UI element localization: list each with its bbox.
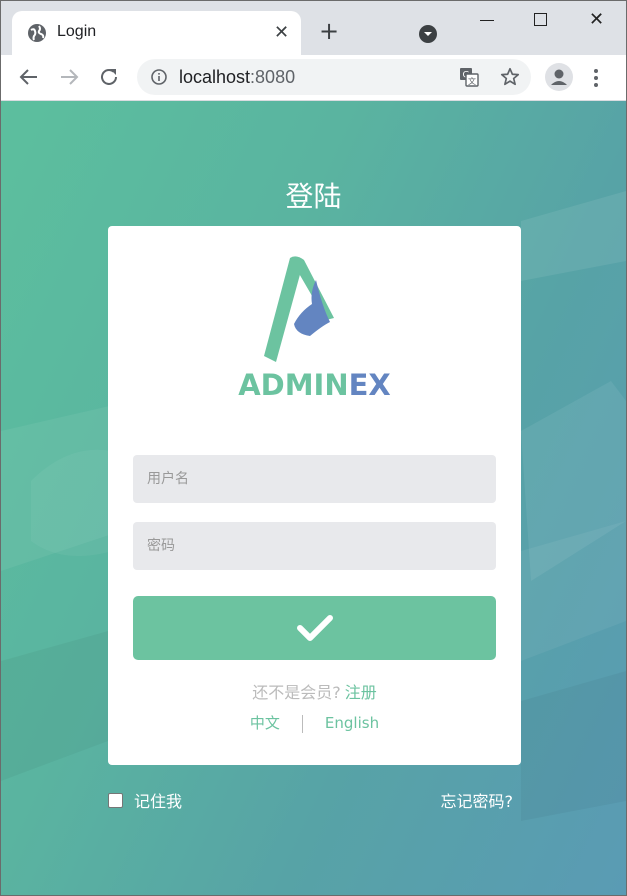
close-icon[interactable]: ✕ <box>274 22 289 44</box>
page-title: 登陆 <box>285 180 342 213</box>
info-icon[interactable] <box>151 69 167 85</box>
register-prompt: 还不是会员? 注册 <box>108 679 521 703</box>
plus-icon[interactable]: + <box>319 19 339 43</box>
url-text: localhost:8080 <box>179 67 296 87</box>
browser-tab[interactable]: Login ✕ <box>12 11 301 55</box>
language-switcher: 中文 English <box>108 712 521 733</box>
back-icon[interactable] <box>17 65 41 89</box>
divider <box>301 714 303 733</box>
adminex-logo-icon <box>264 256 334 362</box>
globe-icon <box>28 24 46 42</box>
tab-title: Login <box>57 23 97 40</box>
logo-wordmark: ADMINEX <box>238 368 391 402</box>
login-page: 登陆 ADMINEX 还不是会员?注册 中文 English <box>1 101 626 895</box>
login-button[interactable] <box>133 596 496 660</box>
remember-label: 记住我 <box>134 792 183 811</box>
lang-en-link[interactable]: English <box>325 714 379 732</box>
svg-text:文: 文 <box>468 76 476 86</box>
register-link[interactable]: 注册 <box>345 683 377 702</box>
translate-icon[interactable]: G 文 <box>459 67 479 87</box>
profile-icon[interactable] <box>545 63 573 91</box>
browser-window: Login ✕ + ✕ localhost:8080 文 登陆 ADMINEX … <box>0 0 627 896</box>
remember-me[interactable]: 记住我 <box>108 788 182 812</box>
menu-icon[interactable] <box>593 67 599 89</box>
reload-icon[interactable] <box>97 65 121 89</box>
username-input[interactable] <box>133 455 496 503</box>
password-input[interactable] <box>133 522 496 570</box>
window-close-button[interactable]: ✕ <box>589 9 604 31</box>
star-icon[interactable] <box>499 66 521 88</box>
register-question: 还不是会员? <box>252 683 341 702</box>
maximize-button[interactable] <box>534 13 547 26</box>
minimize-button[interactable] <box>480 20 494 21</box>
browser-toolbar: localhost:8080 G 文 <box>1 55 626 101</box>
forgot-password-link[interactable]: 忘记密码? <box>441 788 514 812</box>
title-bar: Login ✕ + ✕ <box>1 1 626 55</box>
remember-checkbox[interactable] <box>108 792 123 808</box>
login-card: ADMINEX 还不是会员?注册 中文 English <box>108 226 521 765</box>
address-bar[interactable]: localhost:8080 G 文 <box>137 59 531 95</box>
check-icon <box>297 615 333 641</box>
lang-zh-link[interactable]: 中文 <box>250 714 280 732</box>
forward-icon[interactable] <box>57 65 81 89</box>
tab-search-icon[interactable] <box>418 24 438 44</box>
